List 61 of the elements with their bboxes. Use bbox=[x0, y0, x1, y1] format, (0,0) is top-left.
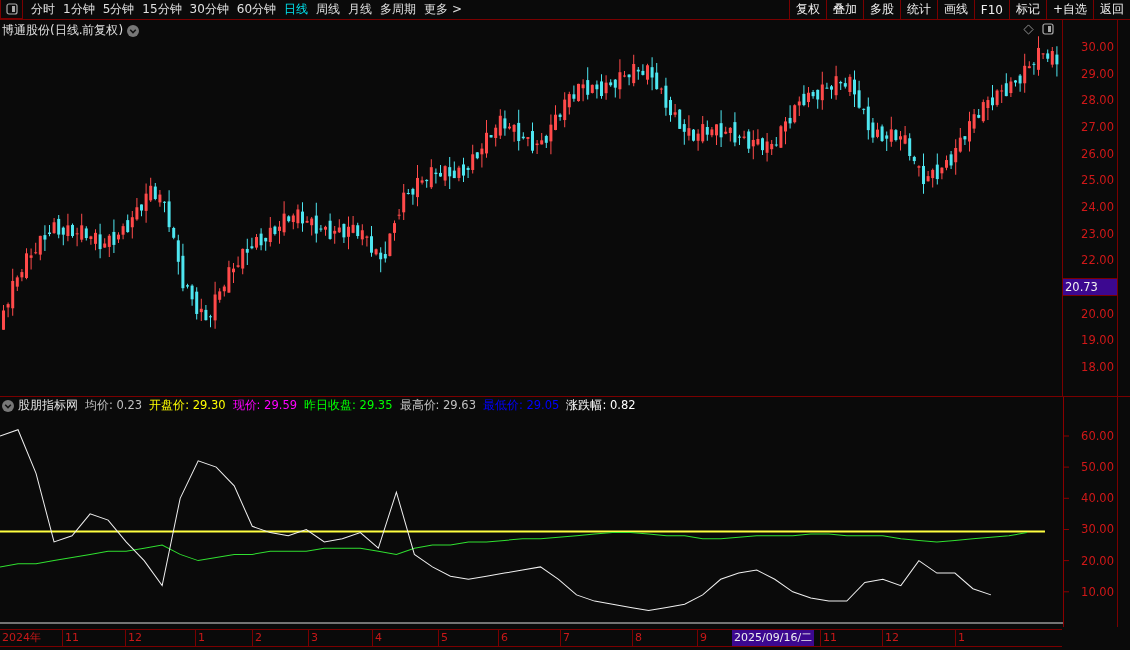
time-label: 5 bbox=[438, 630, 448, 646]
time-label: 4 bbox=[372, 630, 382, 646]
axis-label: 24.00 bbox=[1081, 199, 1114, 215]
time-label: 2024年 bbox=[1, 630, 41, 646]
time-label: 9 bbox=[697, 630, 707, 646]
diamond-icon[interactable] bbox=[1023, 23, 1034, 35]
indicator-reading: 开盘价: 29.30 bbox=[149, 398, 226, 413]
axis-label: 27.00 bbox=[1081, 119, 1114, 135]
chart-title: 博通股份(日线.前复权) bbox=[2, 22, 124, 39]
axis-label: 29.00 bbox=[1081, 65, 1114, 82]
panel-toggle-icon bbox=[5, 3, 18, 15]
time-label: 12 bbox=[125, 630, 142, 646]
time-label: 1 bbox=[955, 630, 965, 646]
period-tab[interactable]: 60分钟 bbox=[232, 0, 281, 19]
dropdown-icon[interactable] bbox=[127, 24, 140, 37]
period-tab[interactable]: 月线 bbox=[344, 0, 377, 19]
indicator-name: 股朋指标网 bbox=[18, 398, 78, 413]
axis-label: 22.00 bbox=[1081, 252, 1114, 269]
axis-label: 25.00 bbox=[1081, 172, 1114, 189]
period-tab[interactable]: 15分钟 bbox=[138, 0, 186, 19]
axis-label: 18.00 bbox=[1081, 359, 1114, 375]
axis-label: 20.00 bbox=[1081, 305, 1114, 322]
axis-label: 28.00 bbox=[1081, 92, 1114, 109]
period-tab[interactable]: 1分钟 bbox=[59, 0, 99, 19]
axis-label: 19.00 bbox=[1081, 332, 1114, 349]
period-tab[interactable]: 周线 bbox=[312, 0, 345, 19]
indicator-reading: 均价: 0.23 bbox=[85, 398, 143, 413]
dropdown-icon[interactable] bbox=[2, 399, 14, 412]
axis-label: 10.00 bbox=[1081, 583, 1114, 600]
axis-label: 26.00 bbox=[1081, 145, 1114, 162]
time-label: 7 bbox=[560, 630, 570, 646]
time-label: 11 bbox=[62, 630, 79, 646]
axis-label: 60.00 bbox=[1081, 427, 1114, 444]
time-label: 3 bbox=[308, 630, 318, 646]
indicator-reading: 最低价: 29.05 bbox=[482, 398, 560, 413]
axis-label: 40.00 bbox=[1081, 490, 1114, 507]
period-tab[interactable]: 多周期 bbox=[376, 0, 421, 19]
indicator-reading: 现价: 29.59 bbox=[232, 398, 298, 413]
period-tab[interactable]: 更多 > bbox=[420, 0, 466, 19]
indicator-reading: 昨日收盘: 29.35 bbox=[304, 398, 393, 413]
time-label: 11 bbox=[820, 630, 837, 646]
cursor-date: 2025/09/16/二 bbox=[732, 630, 815, 646]
time-label: 1 bbox=[195, 630, 205, 646]
period-tab[interactable]: 日线 bbox=[280, 0, 313, 19]
time-label: 12 bbox=[882, 630, 899, 646]
indicator-reading: 涨跌幅: 0.82 bbox=[566, 398, 636, 413]
panel-toggle-icon[interactable] bbox=[1042, 23, 1054, 35]
panel-toggle-button[interactable] bbox=[0, 0, 23, 19]
time-label: 8 bbox=[632, 630, 642, 646]
axis-label: 30.00 bbox=[1081, 521, 1114, 538]
time-label: 2 bbox=[252, 630, 262, 646]
indicator-reading: 最高价: 29.63 bbox=[399, 398, 476, 413]
price-tag: 20.73 bbox=[1063, 278, 1117, 296]
axis-label: 30.00 bbox=[1081, 39, 1114, 55]
period-tab[interactable]: 分时 bbox=[27, 0, 59, 19]
time-label: 6 bbox=[498, 630, 508, 646]
axis-label: 20.00 bbox=[1081, 552, 1114, 569]
axis-label: 50.00 bbox=[1081, 459, 1114, 476]
period-tab[interactable]: 30分钟 bbox=[185, 0, 233, 19]
period-tab[interactable]: 5分钟 bbox=[98, 0, 139, 19]
axis-label: 23.00 bbox=[1081, 225, 1114, 242]
